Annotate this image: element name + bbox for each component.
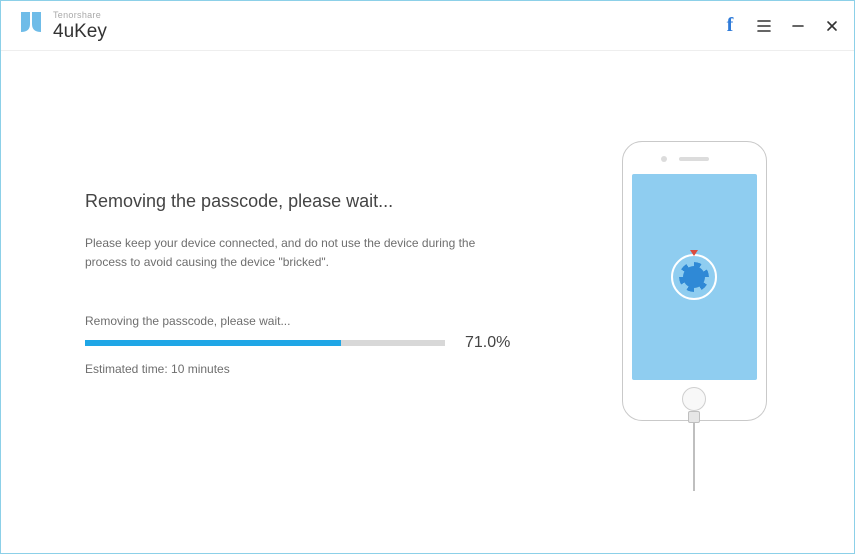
menu-icon[interactable] (756, 18, 772, 34)
progress-status: Removing the passcode, please wait... (85, 314, 515, 328)
facebook-icon[interactable]: f (722, 18, 738, 34)
progress-fill (85, 340, 341, 346)
phone-home-button-icon (682, 387, 706, 411)
brand: Tenorshare 4uKey (19, 10, 107, 41)
content-area: Removing the passcode, please wait... Pl… (1, 51, 854, 553)
phone-screen (632, 174, 757, 380)
titlebar: Tenorshare 4uKey f (1, 1, 854, 51)
progress-bar (85, 340, 445, 346)
page-description: Please keep your device connected, and d… (85, 234, 485, 272)
minimize-icon[interactable] (790, 18, 806, 34)
device-illustration (614, 141, 774, 491)
phone-speaker-icon (679, 157, 709, 161)
titlebar-actions: f (722, 18, 840, 34)
page-heading: Removing the passcode, please wait... (85, 191, 515, 212)
brand-product: 4uKey (53, 22, 107, 41)
progress-pane: Removing the passcode, please wait... Pl… (85, 191, 515, 376)
phone-camera-icon (661, 156, 667, 162)
cable-icon (693, 421, 695, 491)
processing-spinner-icon (671, 254, 717, 300)
progress-estimate: Estimated time: 10 minutes (85, 362, 515, 376)
logo-icon (19, 10, 43, 41)
progress-row: 71.0% (85, 334, 515, 352)
app-window: Tenorshare 4uKey f Removing the passcode… (0, 0, 855, 554)
progress-percent: 71.0% (465, 334, 510, 352)
phone-icon (622, 141, 767, 421)
brand-company: Tenorshare (53, 11, 107, 20)
close-icon[interactable] (824, 18, 840, 34)
